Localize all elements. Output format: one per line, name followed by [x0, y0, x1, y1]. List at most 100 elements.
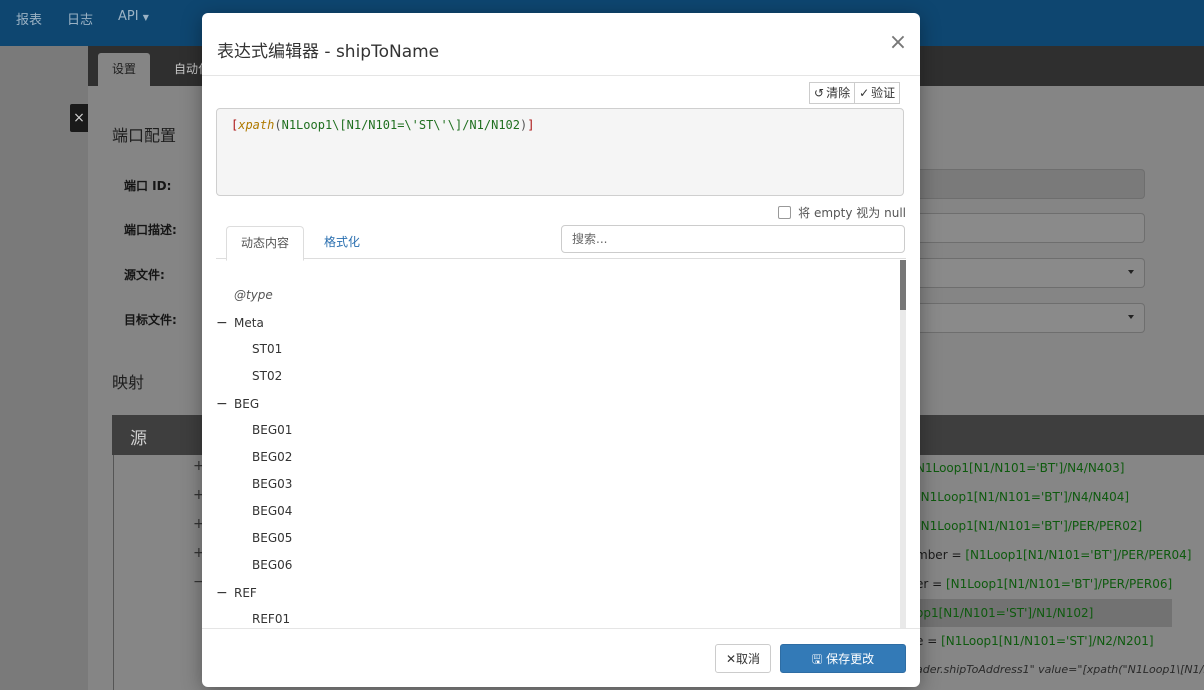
nav-logs[interactable]: 日志: [67, 9, 93, 28]
close-icon: ✕: [725, 652, 737, 666]
mapping-row[interactable]: [N1Loop1[N1/N101='BT']/N4/N404]: [916, 490, 1129, 504]
port-desc-field[interactable]: [910, 213, 1145, 243]
modal-header: 表达式编辑器 - shipToName ×: [202, 13, 920, 76]
expr-close-bracket: ]: [527, 118, 535, 132]
tree-item[interactable]: − Meta: [216, 315, 264, 333]
mapping-row[interactable]: e = [N1Loop1[N1/N101='ST']/N2/N201]: [916, 634, 1154, 648]
tree-item-label: BEG02: [252, 450, 293, 464]
expression-editor-modal: 表达式编辑器 - shipToName × ↺ 清除 ✓ 验证 [xpath(N1L…: [202, 13, 920, 687]
source-file-label: 源文件:: [124, 268, 165, 282]
expression-editor[interactable]: [xpath(N1Loop1\[N1/N101=\'ST\'\]/N1/N102…: [216, 108, 904, 196]
tree-guide-line: [113, 455, 114, 690]
mapping-row-expr: [N1Loop1[N1/N101='BT']/PER/PER04]: [965, 548, 1192, 562]
tree-item-label: REF: [234, 586, 257, 600]
tree-item-label: ST02: [252, 369, 283, 383]
mapping-row-expr: op1[N1/N101='ST']/N1/N102]: [916, 606, 1094, 620]
mapping-row[interactable]: [N1Loop1[N1/N101='BT']/PER/PER02]: [916, 519, 1142, 533]
mapping-row-expr: [N1Loop1[N1/N101='ST']/N2/N201]: [941, 634, 1154, 648]
tree-item[interactable]: BEG02: [252, 450, 292, 468]
port-id-label: 端口 ID:: [124, 179, 172, 193]
mapping-row-expr: N1Loop1[N1/N101='BT']/N4/N403]: [916, 461, 1125, 475]
tree-item-label: BEG01: [252, 423, 293, 437]
tree-item-label: BEG04: [252, 504, 293, 518]
port-desc-label: 端口描述:: [124, 223, 177, 237]
tree-item[interactable]: BEG05: [252, 531, 292, 549]
target-file-select[interactable]: [910, 303, 1145, 333]
tree-item-label: BEG06: [252, 558, 293, 572]
empty-as-null-option[interactable]: 将 empty 视为 null: [778, 204, 906, 221]
close-icon[interactable]: ×: [888, 32, 908, 55]
clear-button-label: 清除: [826, 86, 851, 100]
tree-item[interactable]: − BEG: [216, 396, 259, 414]
tree-item[interactable]: BEG03: [252, 477, 292, 495]
tree-item-label: BEG05: [252, 531, 293, 545]
check-icon: ✓: [859, 86, 870, 100]
empty-as-null-label: 将 empty 视为 null: [798, 206, 906, 220]
mapping-row-expr: [N1Loop1[N1/N101='BT']/PER/PER06]: [946, 577, 1173, 591]
cancel-button-label: 取消: [736, 652, 761, 666]
tree-item-label: BEG: [234, 397, 260, 411]
nav-reports[interactable]: 报表: [16, 9, 42, 28]
tab-formatting[interactable]: 格式化: [310, 226, 374, 259]
modal-title: 表达式编辑器 - shipToName: [217, 42, 440, 62]
caret-down-icon: [1128, 270, 1134, 274]
tree-item[interactable]: BEG04: [252, 504, 292, 522]
tree-scrollbar[interactable]: [900, 260, 906, 628]
expr-toolbar: ↺ 清除 ✓ 验证: [809, 82, 901, 104]
expr-lparen: (: [274, 118, 282, 132]
undo-icon: ↺: [814, 86, 825, 100]
tree-item-label: Meta: [234, 316, 264, 330]
collapse-icon[interactable]: −: [216, 585, 234, 601]
mapping-row-name: er =: [916, 577, 946, 591]
mapping-row[interactable]: N1Loop1[N1/N101='BT']/N4/N403]: [916, 461, 1124, 475]
modal-footer: ✕取消 🖫 保存更改: [202, 628, 920, 687]
nav-api[interactable]: API ▼: [118, 9, 149, 24]
save-icon: 🖫: [811, 652, 823, 666]
tree-item-label: @type: [234, 288, 273, 302]
tab-settings[interactable]: 设置: [98, 53, 150, 86]
collapse-icon[interactable]: −: [216, 396, 234, 412]
mapping-row-expr: [N1Loop1[N1/N101='BT']/PER/PER02]: [916, 519, 1143, 533]
tree-item[interactable]: − REF: [216, 585, 257, 603]
close-tab-icon[interactable]: ×: [70, 104, 88, 132]
mapping-row[interactable]: er = [N1Loop1[N1/N101='BT']/PER/PER06]: [916, 577, 1172, 591]
mapping-row-tooltip: ader.shipToAddress1" value="[xpath("N1Lo…: [916, 663, 1204, 676]
expr-argument: N1Loop1\[N1/N101=\'ST\'\]/N1/N102: [281, 118, 521, 132]
tree-item-label: BEG03: [252, 477, 293, 491]
side-strip: [0, 46, 88, 690]
tree-item-label: ST01: [252, 342, 283, 356]
tree-item[interactable]: ST02: [252, 369, 282, 387]
tree-item[interactable]: @type: [234, 288, 273, 306]
mapping-row[interactable]: mber = [N1Loop1[N1/N101='BT']/PER/PER04]: [916, 548, 1191, 562]
expr-function: xpath: [238, 118, 275, 132]
verify-button-label: 验证: [871, 86, 896, 100]
section-port-config: 端口配置: [112, 126, 177, 145]
collapse-icon[interactable]: −: [216, 315, 234, 331]
nav-api-label: API: [118, 9, 139, 24]
tree-item-label: REF01: [252, 612, 291, 626]
scrollbar-thumb[interactable]: [900, 260, 906, 310]
mapping-source-title: 源: [130, 429, 147, 449]
empty-as-null-checkbox[interactable]: [778, 206, 792, 219]
mapping-row[interactable]: op1[N1/N101='ST']/N1/N102]: [916, 606, 1093, 620]
tree-item[interactable]: ST01: [252, 342, 282, 360]
search-input[interactable]: [561, 225, 905, 253]
save-changes-button[interactable]: 🖫 保存更改: [780, 644, 906, 673]
source-file-select[interactable]: [910, 258, 1145, 288]
tree-item[interactable]: BEG06: [252, 558, 292, 576]
tree-item[interactable]: BEG01: [252, 423, 292, 441]
section-mapping: 映射: [112, 373, 145, 392]
mapping-row-name: mber =: [916, 548, 966, 562]
cancel-button[interactable]: ✕取消: [715, 644, 771, 673]
caret-down-icon: ▼: [142, 13, 149, 22]
save-button-label: 保存更改: [826, 652, 875, 666]
port-id-field[interactable]: [910, 169, 1145, 199]
target-file-label: 目标文件:: [124, 313, 177, 327]
dynamic-content-tree: @type − Meta ST01 ST02 − BEG BEG01 BEG02 B…: [216, 260, 900, 628]
tab-dynamic-content[interactable]: 动态内容: [226, 226, 305, 261]
verify-button[interactable]: ✓ 验证: [855, 82, 901, 104]
caret-down-icon: [1128, 315, 1134, 319]
clear-button[interactable]: ↺ 清除: [809, 82, 856, 104]
tree-item[interactable]: REF01: [252, 612, 290, 628]
mapping-row-expr: [N1Loop1[N1/N101='BT']/N4/N404]: [916, 490, 1130, 504]
